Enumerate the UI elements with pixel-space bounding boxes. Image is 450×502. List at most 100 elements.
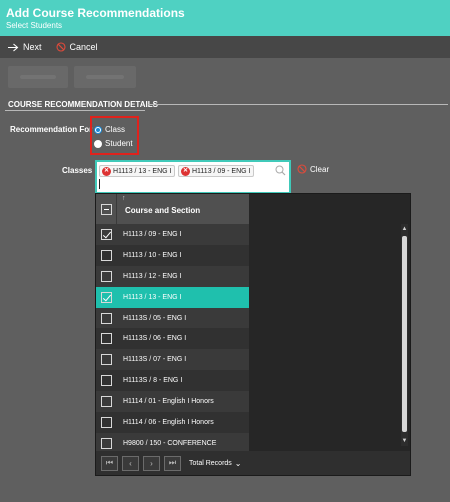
table-row[interactable]: H1113S / 07 - ENG I bbox=[96, 349, 249, 371]
row-checkbox-cell bbox=[96, 416, 117, 428]
clear-button[interactable]: Clear bbox=[297, 164, 329, 174]
cancel-label: Cancel bbox=[69, 42, 98, 52]
table-row[interactable]: H1113S / 06 - ENG I bbox=[96, 328, 249, 350]
scrollbar-thumb[interactable] bbox=[402, 236, 407, 432]
classes-label: Classes bbox=[62, 166, 93, 175]
chevron-down-icon: ⌄ bbox=[234, 458, 242, 468]
sort-arrow-icon: ↑ bbox=[122, 195, 126, 202]
row-checkbox-cell bbox=[96, 291, 117, 303]
radio-student[interactable]: Student bbox=[94, 139, 133, 148]
row-checkbox[interactable] bbox=[101, 291, 112, 303]
prev-page-button[interactable]: ‹ bbox=[122, 455, 139, 471]
last-page-icon: ⏭ bbox=[168, 458, 177, 467]
next-label: Next bbox=[23, 42, 42, 52]
row-checkbox[interactable] bbox=[101, 312, 112, 324]
row-checkbox-cell bbox=[96, 354, 117, 366]
table-row[interactable]: H1113S / 05 - ENG I bbox=[96, 307, 249, 329]
row-checkbox[interactable] bbox=[101, 416, 112, 428]
dialog-title: Add Course Recommendations bbox=[6, 6, 185, 20]
text-cursor bbox=[99, 179, 100, 189]
dialog-header: Add Course Recommendations Select Studen… bbox=[0, 0, 450, 36]
row-checkbox[interactable] bbox=[101, 375, 112, 387]
grid-header: ↑ Course and Section bbox=[96, 194, 249, 224]
table-row[interactable]: H1113S / 8 - ENG I bbox=[96, 370, 249, 392]
select-all-checkbox[interactable] bbox=[100, 203, 112, 215]
course-section-cell: H1113S / 07 - ENG I bbox=[123, 356, 187, 364]
row-checkbox[interactable] bbox=[101, 228, 112, 240]
scroll-up-icon[interactable]: ▲ bbox=[401, 225, 408, 233]
cancel-icon bbox=[55, 42, 66, 52]
search-icon[interactable] bbox=[275, 165, 286, 176]
radio-student-button[interactable] bbox=[94, 139, 102, 148]
row-checkbox[interactable] bbox=[101, 270, 112, 282]
table-row[interactable]: H1113 / 10 - ENG I bbox=[96, 244, 249, 266]
select-all-cell bbox=[96, 194, 117, 224]
clear-icon bbox=[297, 164, 307, 174]
class-chip: ✕ H1113 / 09 - ENG I bbox=[178, 165, 254, 177]
clear-label: Clear bbox=[310, 164, 330, 174]
row-checkbox[interactable] bbox=[101, 333, 112, 345]
table-row[interactable]: H1113 / 13 - ENG I bbox=[96, 286, 249, 308]
row-checkbox-cell bbox=[96, 249, 117, 261]
scroll-down-icon[interactable]: ▼ bbox=[401, 437, 408, 445]
dialog-subtitle: Select Students bbox=[6, 21, 63, 30]
course-section-cell: H1113 / 09 - ENG I bbox=[123, 230, 182, 238]
section-underline bbox=[5, 110, 145, 111]
column-header-course[interactable]: ↑ Course and Section bbox=[117, 194, 249, 224]
last-page-button[interactable]: ⏭ bbox=[164, 455, 181, 471]
table-row[interactable]: H1114 / 06 - English I Honors bbox=[96, 412, 249, 433]
course-section-cell: H1113S / 06 - ENG I bbox=[123, 335, 187, 343]
row-checkbox-cell bbox=[96, 396, 117, 408]
row-checkbox-cell bbox=[96, 228, 117, 240]
next-button[interactable]: Next bbox=[8, 42, 42, 52]
total-records-label: Total Records bbox=[189, 459, 232, 467]
table-row[interactable]: H1114 / 01 - English I Honors bbox=[96, 391, 249, 413]
row-checkbox-cell bbox=[96, 270, 117, 282]
classes-picker[interactable]: ✕ H1113 / 13 - ENG I ✕ H1113 / 09 - ENG … bbox=[95, 160, 291, 194]
remove-chip-icon[interactable]: ✕ bbox=[181, 166, 190, 176]
classes-grid: ↑ Course and Section H1113 / 09 - ENG IH… bbox=[95, 193, 411, 476]
radio-student-label: Student bbox=[105, 139, 133, 148]
arrow-right-icon bbox=[8, 43, 19, 51]
course-section-cell: H1114 / 01 - English I Honors bbox=[123, 398, 214, 406]
section-divider bbox=[148, 104, 448, 105]
radio-class[interactable]: Class bbox=[94, 125, 125, 134]
row-checkbox[interactable] bbox=[101, 437, 112, 449]
recommendation-for-label: Recommendation For bbox=[10, 125, 93, 134]
row-checkbox-cell bbox=[96, 333, 117, 345]
chevron-left-icon: ‹ bbox=[129, 458, 132, 468]
row-checkbox-cell bbox=[96, 312, 117, 324]
chip-label: H1113 / 09 - ENG I bbox=[192, 167, 251, 175]
total-records-dropdown[interactable]: Total Records ⌄ bbox=[189, 459, 242, 468]
row-checkbox[interactable] bbox=[101, 396, 112, 408]
chip-label: H1113 / 13 - ENG I bbox=[113, 167, 172, 175]
course-section-cell: H1114 / 06 - English I Honors bbox=[123, 418, 214, 426]
next-page-button[interactable]: › bbox=[143, 455, 160, 471]
first-page-icon: ⏮ bbox=[105, 458, 114, 467]
vertical-scrollbar[interactable]: ▲ ▼ bbox=[401, 224, 408, 446]
course-section-cell: H1113 / 10 - ENG I bbox=[123, 251, 182, 259]
row-checkbox-cell bbox=[96, 437, 117, 449]
column-header-label: Course and Section bbox=[125, 206, 201, 215]
course-section-cell: H1113 / 13 - ENG I bbox=[123, 293, 182, 301]
course-section-cell: H9800 / 150 - CONFERENCE bbox=[123, 439, 217, 447]
table-row[interactable]: H1113 / 09 - ENG I bbox=[96, 224, 249, 245]
remove-chip-icon[interactable]: ✕ bbox=[102, 166, 111, 176]
row-checkbox[interactable] bbox=[101, 354, 112, 366]
course-section-cell: H1113 / 12 - ENG I bbox=[123, 272, 182, 280]
course-section-cell: H1113S / 8 - ENG I bbox=[123, 377, 183, 385]
first-page-button[interactable]: ⏮ bbox=[101, 455, 118, 471]
row-checkbox[interactable] bbox=[101, 249, 112, 261]
table-row[interactable]: H1113 / 12 - ENG I bbox=[96, 265, 249, 287]
student-info-blurred-1 bbox=[8, 66, 68, 88]
grid-pager: ⏮ ‹ › ⏭ Total Records ⌄ bbox=[96, 451, 410, 475]
grid-rows: H1113 / 09 - ENG I H1113 / 10 - ENG I H111… bbox=[96, 224, 249, 454]
highlight-box bbox=[90, 116, 139, 155]
cancel-button[interactable]: Cancel bbox=[55, 42, 98, 52]
toolbar: Next Cancel bbox=[0, 36, 450, 58]
radio-class-label: Class bbox=[105, 125, 126, 134]
chevron-right-icon: › bbox=[150, 458, 153, 468]
course-section-cell: H1113S / 05 - ENG I bbox=[123, 314, 187, 322]
radio-class-button[interactable] bbox=[94, 125, 102, 134]
section-title: COURSE RECOMMENDATION DETAILS bbox=[8, 100, 158, 109]
